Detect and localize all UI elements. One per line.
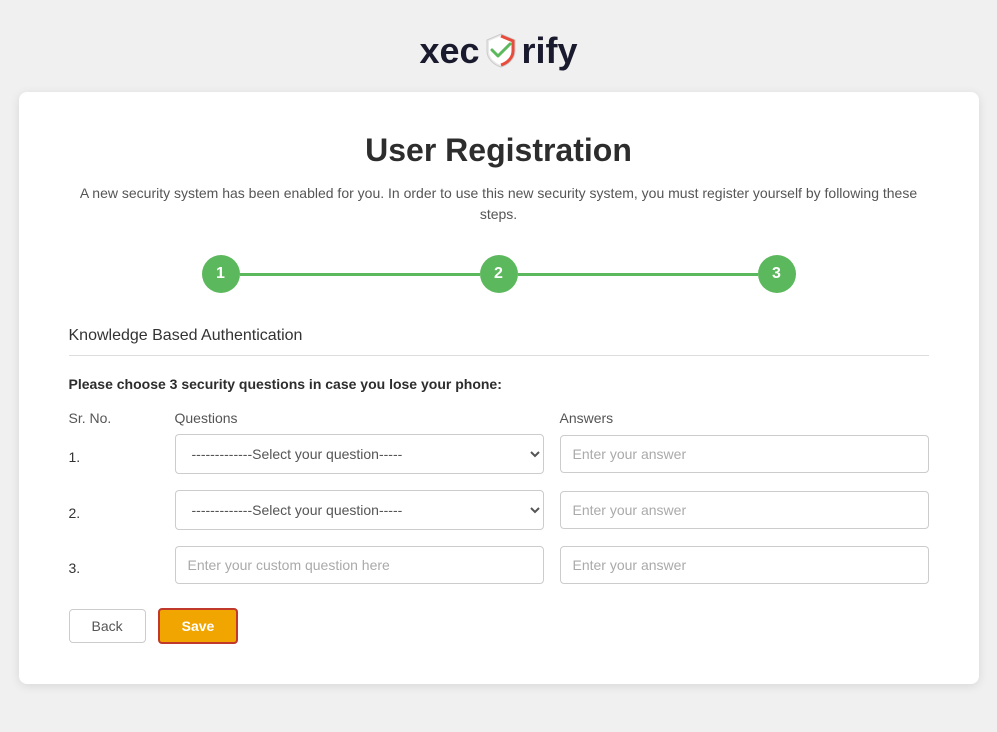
answer-input-2[interactable]: [560, 491, 929, 529]
logo-shield-icon: [482, 31, 520, 69]
step-line-1: [240, 273, 480, 276]
answer-input-3[interactable]: [560, 546, 929, 584]
card-subtitle: A new security system has been enabled f…: [69, 183, 929, 225]
stepper: 1 2 3: [69, 255, 929, 293]
logo-area: xec rify: [419, 30, 577, 72]
custom-question-input[interactable]: [175, 546, 544, 584]
row-3-number: 3.: [69, 554, 159, 576]
col-header-questions: Questions: [175, 410, 544, 426]
row-1-number: 1.: [69, 443, 159, 465]
save-button[interactable]: Save: [158, 608, 239, 644]
step-1-circle: 1: [202, 255, 240, 293]
row-2-number: 2.: [69, 499, 159, 521]
col-header-answers: Answers: [560, 410, 929, 426]
kba-row-3: 3.: [69, 546, 929, 584]
step-2-circle: 2: [480, 255, 518, 293]
step-line-2: [518, 273, 758, 276]
question-select-2[interactable]: -------------Select your question-----: [175, 490, 544, 530]
back-button[interactable]: Back: [69, 609, 146, 643]
logo-text: xec rify: [419, 30, 577, 72]
logo-text-after: rify: [522, 30, 578, 72]
answer-input-1[interactable]: [560, 435, 929, 473]
logo-text-before: xec: [419, 30, 479, 72]
kba-row-2: 2. -------------Select your question----…: [69, 490, 929, 530]
kba-row-1: 1. -------------Select your question----…: [69, 434, 929, 474]
card-title: User Registration: [69, 132, 929, 169]
section-header: Knowledge Based Authentication: [69, 327, 929, 356]
kba-header-row: Sr. No. Questions Answers: [69, 410, 929, 426]
kba-table: Sr. No. Questions Answers 1. -----------…: [69, 410, 929, 584]
question-select-1[interactable]: -------------Select your question-----: [175, 434, 544, 474]
instruction-text: Please choose 3 security questions in ca…: [69, 376, 929, 392]
col-header-srno: Sr. No.: [69, 410, 159, 426]
step-3-circle: 3: [758, 255, 796, 293]
registration-card: User Registration A new security system …: [19, 92, 979, 684]
button-row: Back Save: [69, 608, 929, 644]
